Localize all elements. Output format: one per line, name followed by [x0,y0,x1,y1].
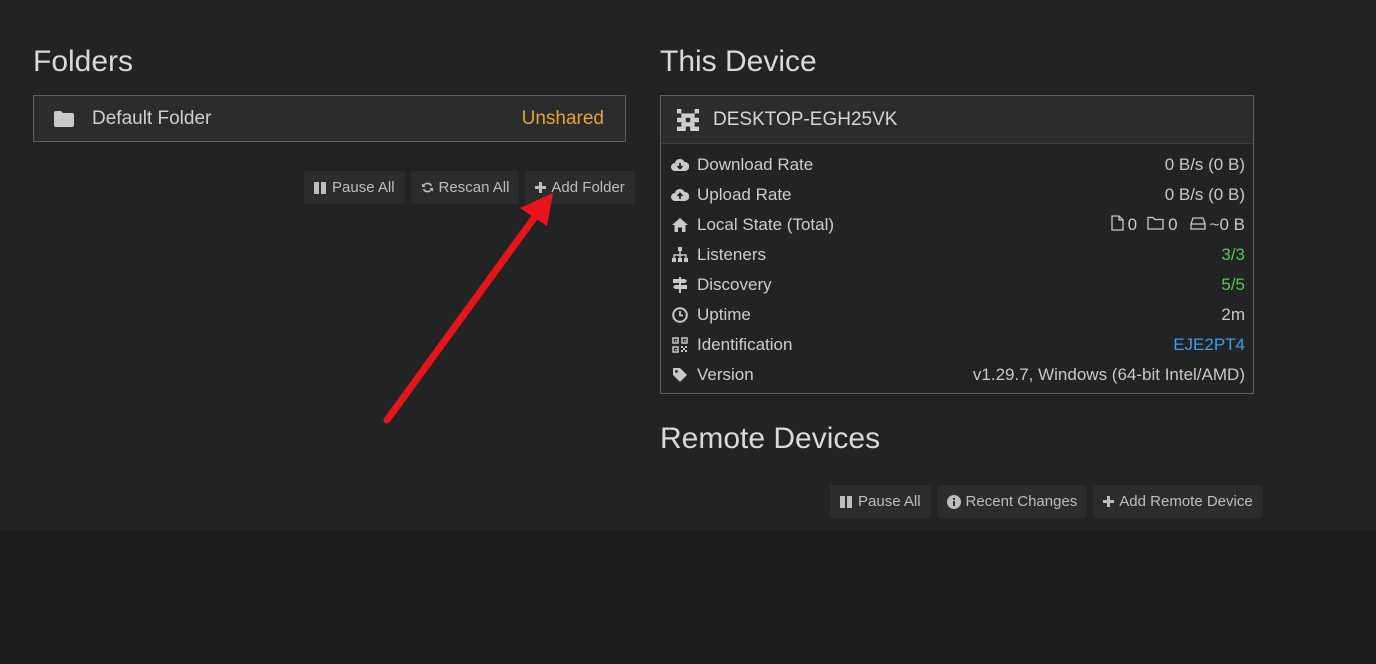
remote-devices-title: Remote Devices [660,422,881,455]
version-value: v1.29.7, Windows (64-bit Intel/AMD) [972,365,1245,384]
recent-changes-button[interactable]: Recent Changes [936,485,1088,518]
discovery-value[interactable]: 5/5 [1221,275,1245,295]
cloud-upload-icon [671,186,689,204]
add-remote-device-button[interactable]: Add Remote Device [1093,485,1263,518]
this-device-title: This Device [660,45,817,78]
plus-icon [535,182,547,193]
qrcode-icon [671,336,689,354]
home-icon [671,216,689,234]
pause-all-label: Pause All [332,179,395,196]
local-size: ~0 B [1209,215,1245,234]
upload-rate-label: Upload Rate [697,185,792,204]
uptime-row: Uptime 2m [661,300,1253,330]
download-rate-label: Download Rate [697,155,814,174]
listeners-label: Listeners [697,245,766,264]
info-icon [946,494,961,509]
local-files-count: 0 [1127,215,1138,234]
this-device-panel: DESKTOP-EGH25VK Download Rate 0 B/s (0 B… [660,95,1254,394]
listeners-value[interactable]: 3/3 [1221,245,1245,265]
pause-all-devices-button[interactable]: Pause All [830,485,931,518]
pause-all-label: Pause All [858,493,921,510]
folder-name: Default Folder [92,107,212,129]
device-header[interactable]: DESKTOP-EGH25VK [661,96,1253,144]
add-folder-label: Add Folder [551,179,625,196]
device-identicon-icon [677,108,699,131]
plus-icon [1103,496,1115,507]
uptime-label: Uptime [697,305,751,324]
local-dirs-count: 0 [1168,215,1178,234]
listeners-row: Listeners 3/3 [661,240,1253,270]
pause-all-folders-button[interactable]: Pause All [304,171,405,204]
add-folder-button[interactable]: Add Folder [525,171,635,204]
add-remote-device-label: Add Remote Device [1119,493,1253,510]
upload-rate-row: Upload Rate 0 B/s (0 B) [661,180,1253,210]
folder-icon [54,110,74,127]
local-state-value: 0 0 ~0 B [1110,214,1245,236]
folder-outline-icon [1147,215,1164,235]
discovery-row: Discovery 5/5 [661,270,1253,300]
clock-icon [671,306,689,324]
identification-label: Identification [697,335,793,354]
recent-changes-label: Recent Changes [965,493,1078,510]
tag-icon [671,366,689,384]
sitemap-icon [671,246,689,264]
rescan-all-label: Rescan All [438,179,510,196]
remote-device-actions: Pause All Recent Changes Add Remote Devi… [830,485,1263,518]
folder-status-badge: Unshared [521,107,604,129]
signpost-icon [671,276,689,294]
version-label: Version [697,365,754,384]
device-id-link[interactable]: EJE2PT4 [1173,335,1245,355]
hdd-icon [1189,215,1206,235]
folder-panel-default[interactable]: Default Folder Unshared [33,95,626,142]
refresh-icon [421,181,434,194]
local-state-label: Local State (Total) [697,215,835,234]
pause-icon [840,495,853,508]
download-rate-value: 0 B/s (0 B) [1164,155,1245,174]
download-rate-row: Download Rate 0 B/s (0 B) [661,150,1253,180]
identification-row: Identification EJE2PT4 [661,330,1253,360]
upload-rate-value: 0 B/s (0 B) [1164,185,1245,204]
version-row: Version v1.29.7, Windows (64-bit Intel/A… [661,360,1253,390]
file-icon [1110,214,1124,236]
folder-actions: Pause All Rescan All Add Folder [304,171,635,204]
cloud-download-icon [671,156,689,174]
pause-icon [314,181,327,194]
discovery-label: Discovery [697,275,772,294]
folders-title: Folders [33,45,134,78]
local-state-row: Local State (Total) 0 0 ~0 B [661,210,1253,240]
rescan-all-button[interactable]: Rescan All [410,171,520,204]
device-name: DESKTOP-EGH25VK [713,108,898,130]
uptime-value: 2m [1221,305,1245,324]
